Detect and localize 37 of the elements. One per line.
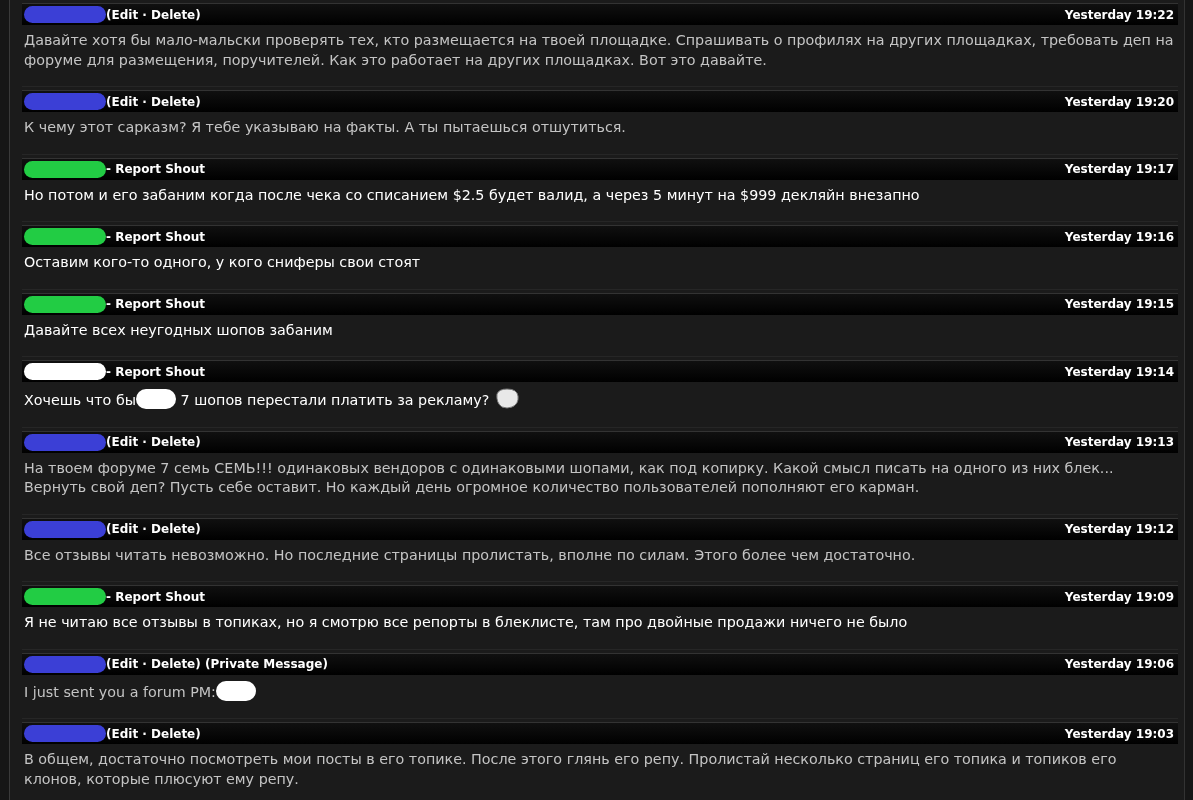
shout-actions[interactable]: (Edit · Delete): [106, 7, 201, 22]
message-text: I just sent you a forum PM:: [24, 683, 216, 700]
message-text: Все отзывы читать невозможно. Но последние страницы пролистать, вполне по силам. Этого более чем достаточно.: [24, 546, 916, 563]
shout-time: Yesterday 19:06: [1064, 657, 1174, 671]
shout-time: Yesterday 19:09: [1064, 589, 1174, 604]
shout-actions[interactable]: (Edit · Delete): [106, 726, 201, 741]
shout-time: Yesterday 19:12: [1064, 522, 1174, 536]
shout-actions[interactable]: (Edit · Delete): [106, 94, 201, 109]
message-text: 7 шопов перестали платить за рекламу?: [179, 392, 491, 408]
shout-time: Yesterday 19:13: [1064, 435, 1174, 449]
message-text: На твоем форуме 7 семь СЕМЬ!!! одинаковых вендоров с одинаковыми шопами, как под копирку. Какой смысл писать на одного из них блек... Вернуть свой деп? Пусть себе оставит. Но каждый день огромное количество пользователей пополняют его карман.: [24, 459, 1114, 495]
message-text: Хочешь что бы: [24, 392, 136, 408]
shout-time: Yesterday 19:14: [1064, 364, 1174, 379]
message-text: Давайте хотя бы мало-мальски проверять тех, кто размещается на твоей площадке. Спрашивать о профилях на других площадках, требовать деп на форуме для размещения, поручителей. Как это работает на других площадках. Вот это давайте.: [24, 32, 1174, 68]
shout-time: Yesterday 19:15: [1064, 297, 1174, 311]
message-text: Но потом и его забаним когда после чека со списанием $2.5 будет валид, а через 5 минут на $999 декляйн внезапно: [24, 186, 920, 203]
message-text: Оставим кого-то одного, у кого сниферы свои стоят: [24, 254, 421, 270]
shout-actions[interactable]: (Edit · Delete) (Private Message): [106, 657, 328, 671]
message-text: В общем, достаточно посмотреть мои посты в его топике. После этого глянь его репу. Пролистай несколько страниц его топика и топиков его клонов, которые плюсуют ему репу.: [24, 751, 1117, 787]
shout-actions[interactable]: (Edit · Delete): [106, 435, 201, 449]
message-text: К чему этот сарказм? Я тебе указываю на факты. А ты пытаешься отшутиться.: [24, 119, 626, 135]
shout-actions[interactable]: - Report Shout: [106, 162, 205, 176]
shout-time: Yesterday 19:03: [1064, 726, 1174, 741]
shout-actions[interactable]: (Edit · Delete): [106, 522, 201, 536]
shout-actions[interactable]: - Report Shout: [106, 229, 205, 244]
emoticon-icon: [493, 388, 520, 410]
shout-actions[interactable]: - Report Shout: [106, 364, 205, 379]
shout-actions[interactable]: - Report Shout: [106, 297, 205, 311]
shout-time: Yesterday 19:16: [1064, 229, 1174, 244]
shout-actions[interactable]: - Report Shout: [106, 589, 205, 604]
shout-time: Yesterday 19:17: [1064, 162, 1174, 176]
message-text: Давайте всех неугодных шопов забаним: [24, 321, 333, 338]
shout-time: Yesterday 19:22: [1064, 7, 1174, 22]
redaction-mark: [136, 389, 176, 409]
shout-time: Yesterday 19:20: [1064, 94, 1174, 109]
redaction-mark: [215, 680, 256, 701]
message-text: Я не читаю все отзывы в топиках, но я смотрю все репорты в блеклисте, там про двойные продажи ничего не было: [24, 614, 908, 630]
